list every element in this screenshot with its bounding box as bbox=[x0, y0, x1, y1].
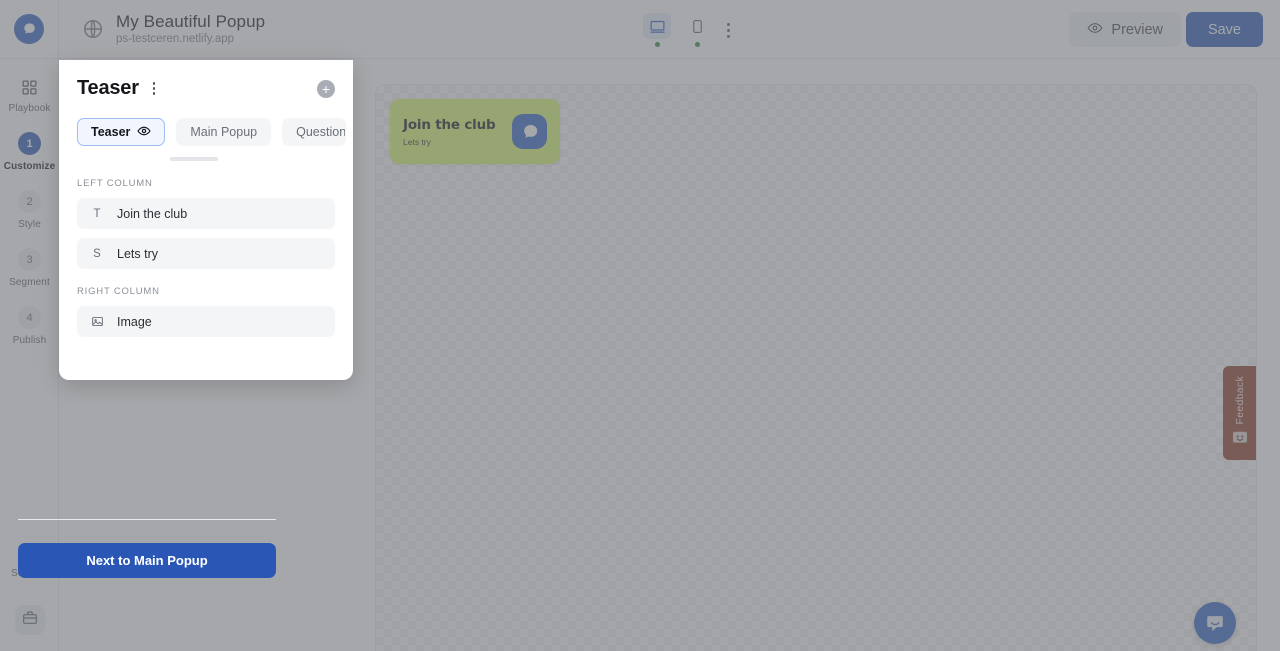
device-desktop-button[interactable] bbox=[643, 13, 671, 47]
mobile-status-dot bbox=[694, 42, 700, 47]
smiley-face-icon bbox=[1232, 431, 1248, 450]
device-mobile-button[interactable] bbox=[683, 13, 711, 47]
panel-tabs: Teaser Main Popup Question P bbox=[59, 100, 353, 146]
sidebar-item-segment[interactable]: 3 Segment bbox=[0, 248, 59, 288]
globe-icon bbox=[82, 18, 104, 40]
kebab-menu-icon[interactable] bbox=[719, 20, 737, 40]
chat-launcher-button[interactable] bbox=[1194, 602, 1236, 644]
field-row-subtitle[interactable]: S Lets try bbox=[77, 238, 335, 269]
briefcase-icon bbox=[22, 610, 38, 631]
panel-divider bbox=[18, 519, 276, 520]
eye-icon bbox=[1087, 20, 1103, 40]
tab-main-popup[interactable]: Main Popup bbox=[176, 118, 272, 146]
right-column-label: RIGHT COLUMN bbox=[77, 286, 160, 297]
page-title: Teaser bbox=[77, 77, 139, 99]
sidebar-item-publish[interactable]: 4 Publish bbox=[0, 306, 59, 346]
teaser-preview-subtitle: Lets try bbox=[403, 136, 431, 147]
field-row-title-label: Join the club bbox=[117, 206, 188, 221]
step-number-4: 4 bbox=[18, 306, 41, 329]
preview-label: Preview bbox=[1111, 21, 1163, 38]
plus-circle-icon[interactable]: + bbox=[317, 79, 335, 98]
step-number-3: 3 bbox=[18, 248, 41, 271]
feedback-tab-label: Feedback bbox=[1233, 376, 1246, 425]
tab-question-page[interactable]: Question P bbox=[282, 118, 347, 146]
sidebar-item-customize[interactable]: 1 Customize bbox=[0, 132, 59, 172]
next-button-label: Next to Main Popup bbox=[86, 553, 208, 568]
image-icon bbox=[90, 315, 104, 328]
chat-bubble-icon bbox=[512, 114, 547, 149]
save-button[interactable]: Save bbox=[1185, 12, 1263, 47]
text-title-icon: T bbox=[93, 207, 101, 220]
tab-main-popup-label: Main Popup bbox=[190, 125, 258, 139]
preview-canvas: Join the club Lets try Feedback bbox=[375, 84, 1257, 651]
step-number-1: 1 bbox=[18, 132, 41, 155]
sidebar-item-playbook-label: Playbook bbox=[8, 103, 51, 114]
teaser-preview-title: Join the club bbox=[403, 116, 496, 133]
sidebar-item-style-label: Style bbox=[18, 219, 41, 230]
teaser-preview-card[interactable]: Join the club Lets try bbox=[390, 99, 560, 164]
tabs-scrollbar[interactable] bbox=[170, 157, 218, 161]
app-root: My Beautiful Popup ps-testceren.netlify.… bbox=[0, 0, 1280, 651]
top-bar: My Beautiful Popup ps-testceren.netlify.… bbox=[0, 0, 1280, 59]
feedback-tab[interactable]: Feedback bbox=[1223, 366, 1256, 460]
sidebar-item-customize-label: Customize bbox=[3, 161, 56, 172]
left-column-label: LEFT COLUMN bbox=[77, 178, 153, 189]
project-title: My Beautiful Popup bbox=[116, 11, 266, 31]
save-label: Save bbox=[1207, 21, 1241, 38]
field-row-image[interactable]: Image bbox=[77, 306, 335, 337]
field-row-title[interactable]: T Join the club bbox=[77, 198, 335, 229]
next-to-main-popup-button[interactable]: Next to Main Popup bbox=[18, 543, 276, 578]
preview-button[interactable]: Preview bbox=[1069, 12, 1181, 47]
step-number-2: 2 bbox=[18, 190, 41, 213]
sidebar-item-style[interactable]: 2 Style bbox=[0, 190, 59, 230]
project-info: My Beautiful Popup ps-testceren.netlify.… bbox=[82, 12, 265, 47]
sidebar-item-segment-label: Segment bbox=[9, 277, 50, 288]
grid-icon bbox=[21, 77, 38, 97]
project-url: ps-testceren.netlify.app bbox=[116, 33, 235, 46]
brand-cell bbox=[0, 0, 59, 59]
field-row-image-label: Image bbox=[117, 314, 152, 329]
avatar[interactable] bbox=[14, 605, 45, 635]
panel-header: Teaser + bbox=[59, 60, 353, 100]
teaser-preview-texts: Join the club Lets try bbox=[403, 117, 512, 147]
field-row-subtitle-label: Lets try bbox=[117, 246, 158, 261]
text-subtitle-icon: S bbox=[93, 247, 101, 260]
desktop-icon bbox=[643, 13, 671, 39]
chat-bubble-logo-icon[interactable] bbox=[14, 14, 44, 44]
sidebar-item-playbook[interactable]: Playbook bbox=[0, 77, 59, 114]
teaser-editor-panel: Teaser + Teaser Main Popup Question P bbox=[59, 60, 353, 380]
desktop-status-dot bbox=[654, 42, 660, 47]
device-toggle-group bbox=[643, 13, 711, 47]
mobile-icon bbox=[683, 13, 711, 39]
tab-question-page-label: Question P bbox=[296, 125, 347, 139]
tab-teaser-label: Teaser bbox=[91, 125, 131, 139]
panel-kebab-menu-icon[interactable] bbox=[146, 80, 162, 98]
eye-icon bbox=[137, 124, 152, 141]
sidebar-item-publish-label: Publish bbox=[12, 335, 47, 346]
tab-teaser[interactable]: Teaser bbox=[77, 118, 166, 146]
